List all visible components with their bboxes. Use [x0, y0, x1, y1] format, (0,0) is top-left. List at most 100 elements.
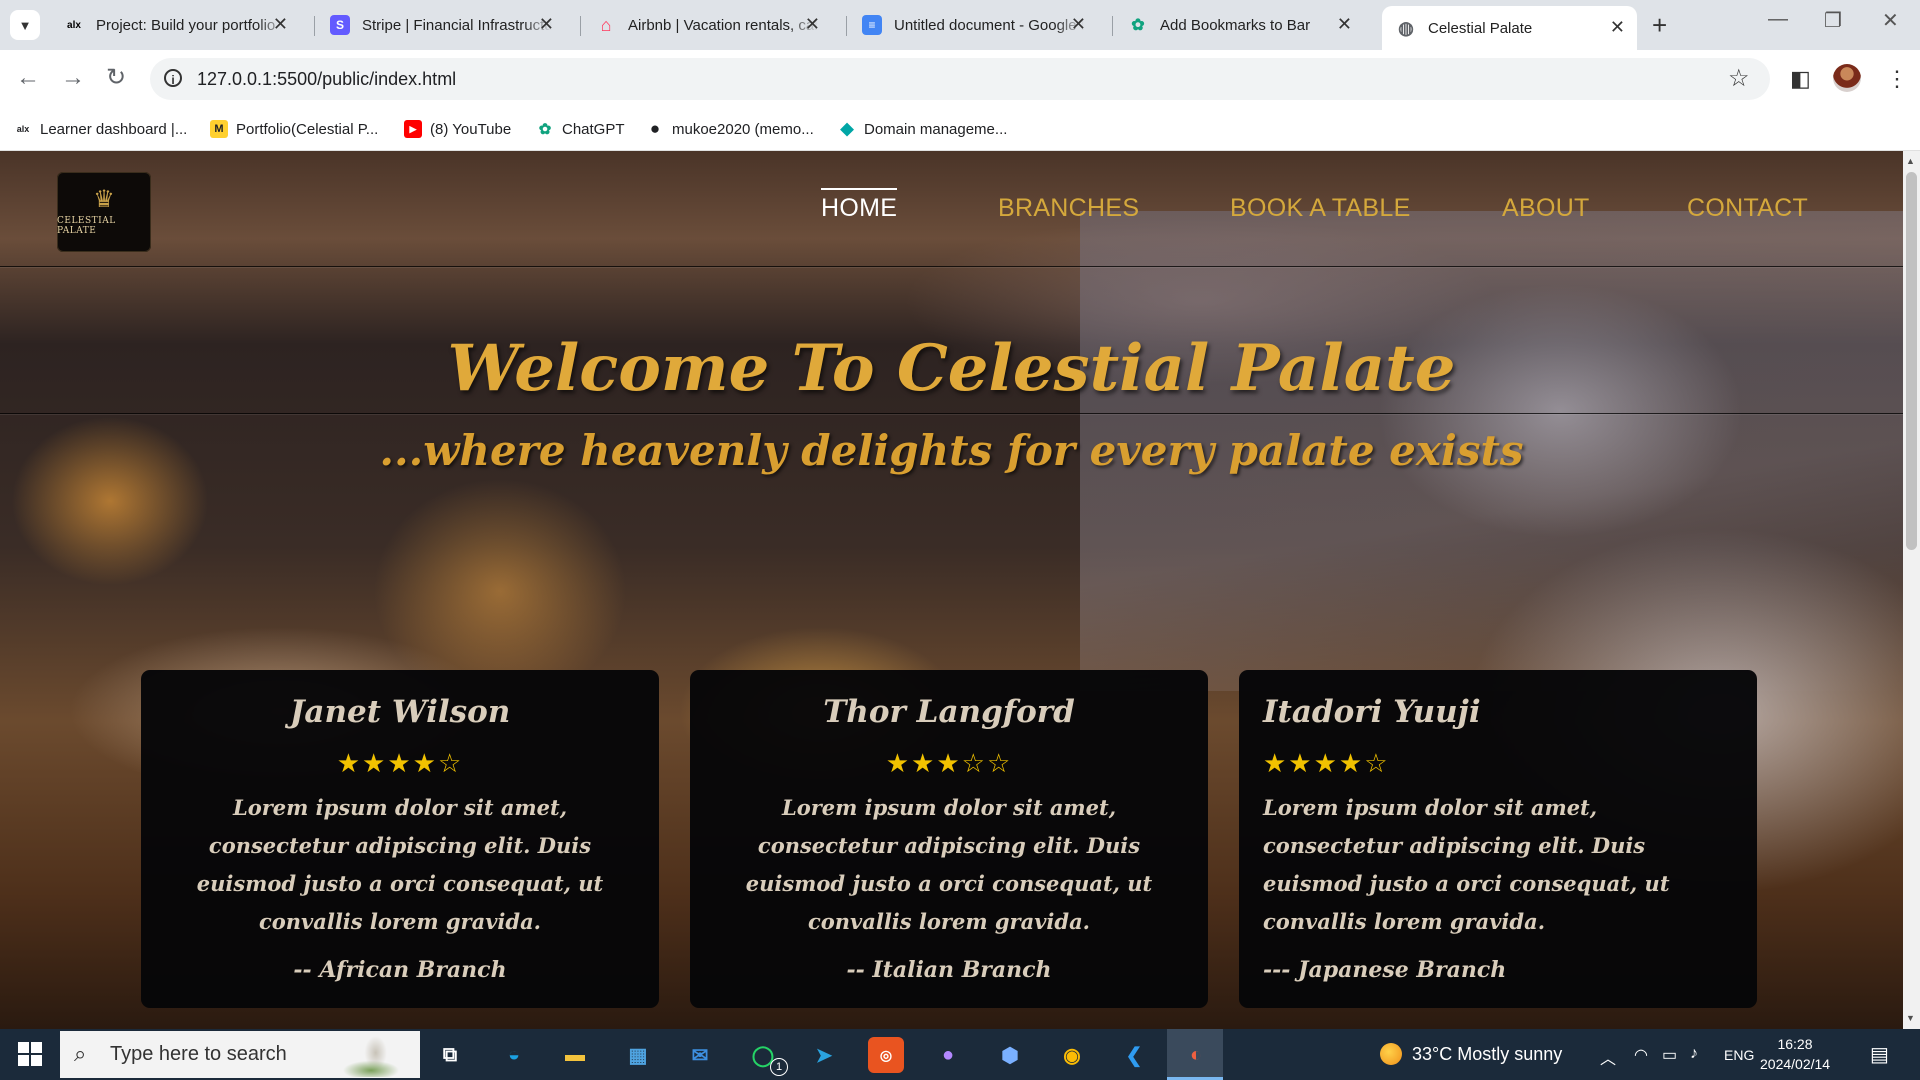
volume-icon[interactable]: ♪ — [1690, 1045, 1698, 1063]
nav-about[interactable]: ABOUT — [1502, 194, 1590, 223]
close-icon: ✕ — [1882, 10, 1899, 32]
microsoft-store-icon[interactable]: ▦ — [620, 1037, 656, 1073]
bookmark-label: (8) YouTube — [430, 120, 512, 138]
review-branch: --- Japanese Branch — [1263, 957, 1507, 983]
plus-icon: + — [1652, 10, 1668, 40]
weather-widget[interactable]: 33°C Mostly sunny — [1380, 1043, 1562, 1065]
side-panel-icon[interactable]: ◧ — [1790, 66, 1811, 92]
review-text: Lorem ipsum dolor sit amet, consectetur … — [745, 795, 1153, 934]
close-icon[interactable]: ✕ — [1337, 14, 1352, 35]
close-icon[interactable]: ✕ — [1071, 14, 1086, 35]
profile-avatar[interactable] — [1833, 64, 1861, 92]
tab-title: Untitled document - Google Docs — [894, 16, 1084, 34]
bookmark-portfolio[interactable]: M Portfolio(Celestial P... — [210, 115, 378, 143]
tab-airbnb[interactable]: ⌂ Airbnb | Vacation rentals, cabins ✕ — [582, 8, 832, 42]
chrome-icon[interactable]: ◉ — [1054, 1037, 1090, 1073]
notification-icon[interactable]: ▤ — [1870, 1042, 1889, 1067]
bookmark-youtube[interactable]: ▶ (8) YouTube — [404, 115, 511, 143]
edge-icon[interactable]: ◒ — [496, 1037, 532, 1073]
site-info-icon[interactable]: i — [164, 69, 182, 87]
wifi-icon[interactable]: ◠ — [1634, 1045, 1648, 1065]
tab-title: Celestial Palate — [1428, 19, 1533, 37]
reload-button[interactable]: ↻ — [106, 64, 126, 92]
reviewer-name: Thor Langford — [823, 694, 1075, 730]
star-rating: ★★★★☆ — [1263, 748, 1390, 778]
miro-icon: M — [210, 120, 228, 138]
bookmark-learner-dashboard[interactable]: alx Learner dashboard |... — [14, 115, 188, 143]
close-icon[interactable]: ✕ — [805, 14, 820, 35]
tab-title: Airbnb | Vacation rentals, cabins — [628, 16, 818, 34]
nav-book-a-table[interactable]: BOOK A TABLE — [1230, 194, 1411, 223]
more-menu-icon[interactable]: ⋮ — [1886, 66, 1908, 92]
chatgpt-icon: ✿ — [538, 121, 552, 138]
tab-portfolio-project[interactable]: alx Project: Build your portfolio ✕ — [50, 8, 300, 42]
review-card-japanese: Itadori Yuuji ★★★★☆ Lorem ipsum dolor si… — [1239, 670, 1757, 1008]
restore-button[interactable]: ❐ — [1824, 8, 1842, 33]
review-card-italian: Thor Langford ★★★☆☆ Lorem ipsum dolor si… — [690, 670, 1208, 1008]
bookmark-domain-management[interactable]: ◆ Domain manageme... — [838, 115, 1007, 143]
tab-add-bookmarks[interactable]: ✿ Add Bookmarks to Bar ✕ — [1114, 8, 1364, 42]
new-tab-button[interactable]: + — [1652, 10, 1667, 40]
scroll-up-icon[interactable]: ▲ — [1906, 156, 1915, 166]
search-highlight-image — [324, 1033, 418, 1077]
search-placeholder: Type here to search — [110, 1043, 287, 1065]
vscode-icon[interactable]: ❮ — [1116, 1037, 1152, 1073]
language-indicator[interactable]: ENG — [1724, 1047, 1754, 1063]
mail-icon[interactable]: ✉ — [682, 1037, 718, 1073]
close-icon[interactable]: ✕ — [1610, 17, 1625, 38]
system-clock[interactable]: 16:28 2024/02/14 — [1760, 1034, 1830, 1074]
site-logo[interactable]: ♛ CELESTIAL PALATE — [57, 172, 151, 252]
nav-contact[interactable]: CONTACT — [1687, 194, 1808, 223]
tab-search-button[interactable]: ▼ — [10, 10, 40, 40]
tab-stripe[interactable]: S Stripe | Financial Infrastructure ✕ — [316, 8, 566, 42]
tab-google-docs[interactable]: ≡ Untitled document - Google Docs ✕ — [848, 8, 1098, 42]
bookmark-label: Portfolio(Celestial P... — [236, 120, 379, 138]
url-text[interactable]: 127.0.0.1:5500/public/index.html — [197, 69, 456, 90]
bookmark-chatgpt[interactable]: ✿ ChatGPT — [536, 115, 625, 143]
chevron-down-icon: ▼ — [18, 17, 32, 33]
scroll-down-icon[interactable]: ▼ — [1906, 1013, 1915, 1023]
github-icon: ● — [649, 119, 661, 138]
ubuntu-icon[interactable]: ◎ — [868, 1037, 904, 1073]
crest-icon: ♛ — [93, 186, 115, 213]
close-icon[interactable]: ✕ — [273, 14, 288, 35]
weather-text: 33°C Mostly sunny — [1412, 1043, 1563, 1064]
copilot-icon[interactable]: ⬢ — [992, 1037, 1028, 1073]
review-text: Lorem ipsum dolor sit amet, consectetur … — [196, 795, 604, 934]
scrollbar-thumb[interactable] — [1906, 172, 1917, 550]
tab-divider — [846, 16, 847, 36]
clock-date: 2024/02/14 — [1760, 1056, 1831, 1072]
bookmark-star-icon[interactable]: ☆ — [1728, 64, 1750, 93]
tab-divider — [314, 16, 315, 36]
docs-icon: ≡ — [862, 15, 882, 35]
telegram-icon[interactable]: ➤ — [806, 1037, 842, 1073]
alx-icon: alx — [16, 124, 30, 134]
arrow-right-icon: → — [61, 64, 85, 91]
bookmark-github[interactable]: ● mukoe2020 (memo... — [646, 115, 814, 143]
battery-icon[interactable]: ▭ — [1662, 1045, 1677, 1065]
task-view-icon[interactable]: ⧉ — [432, 1037, 468, 1073]
nav-branches[interactable]: BRANCHES — [998, 194, 1139, 223]
tab-celestial-palate[interactable]: ◍ Celestial Palate ✕ — [1382, 6, 1637, 50]
arrow-left-icon: ← — [16, 64, 40, 91]
tray-chevron-icon[interactable]: ︿ — [1600, 1045, 1616, 1069]
review-text: Lorem ipsum dolor sit amet, consectetur … — [1263, 795, 1670, 934]
review-card-african: Janet Wilson ★★★★☆ Lorem ipsum dolor sit… — [141, 670, 659, 1008]
clock-time: 16:28 — [1777, 1036, 1813, 1052]
nav-home[interactable]: HOME — [821, 188, 898, 223]
close-icon[interactable]: ✕ — [539, 14, 554, 35]
github-desktop-icon[interactable]: ● — [930, 1037, 966, 1073]
forward-button[interactable]: → — [61, 64, 85, 92]
active-app-icon[interactable]: ◐ — [1178, 1037, 1214, 1073]
minimize-button[interactable]: — — [1768, 8, 1788, 31]
hero-title: Welcome To Celestial Palate — [447, 331, 1456, 406]
stripe-icon: S — [330, 15, 350, 35]
tab-title: Add Bookmarks to Bar — [1160, 16, 1311, 34]
reviewer-name: Janet Wilson — [289, 694, 511, 730]
back-button[interactable]: ← — [16, 64, 40, 92]
windows-start-icon[interactable] — [18, 1042, 42, 1066]
restore-icon: ❐ — [1824, 10, 1842, 32]
close-window-button[interactable]: ✕ — [1882, 8, 1899, 33]
file-explorer-icon[interactable]: ▬ — [557, 1037, 593, 1073]
website-viewport: ♛ CELESTIAL PALATE HOME BRANCHES BOOK A … — [0, 151, 1903, 1029]
